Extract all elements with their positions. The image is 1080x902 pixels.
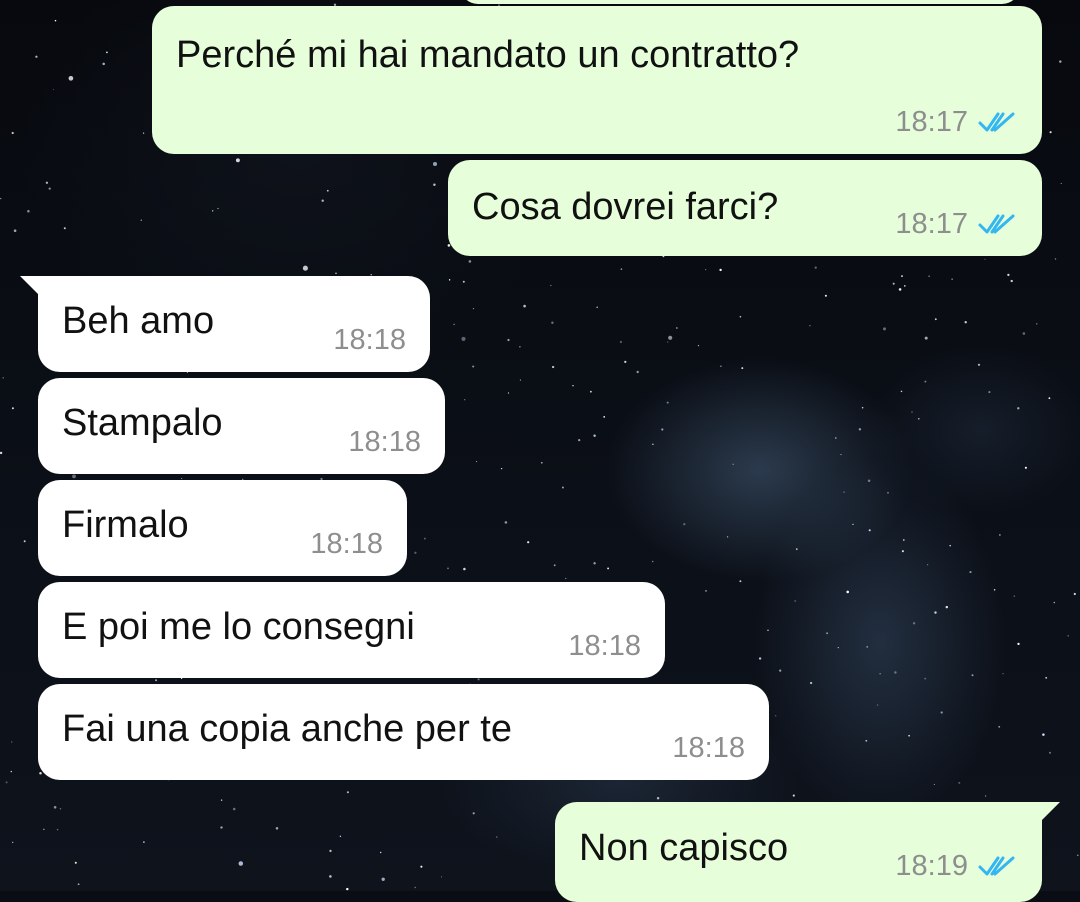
message-time: 18:19 [895,850,968,882]
message-time: 18:17 [895,208,968,240]
previous-message-edge [460,0,1020,4]
message-text: E poi me lo consegni [62,606,415,648]
message-meta: 18:17 [895,208,1018,240]
message-meta: 18:18 [310,528,383,560]
double-check-icon [978,112,1015,132]
message-meta: 18:18 [348,426,421,458]
message-meta: 18:18 [333,324,406,356]
message-bubble-incoming[interactable]: Stampalo 18:18 [38,378,445,474]
double-check-icon [978,856,1015,876]
message-time: 18:17 [895,106,968,138]
message-bubble-outgoing[interactable]: Cosa dovrei farci? 18:17 [448,160,1042,256]
message-meta: 18:18 [568,630,641,662]
message-text: Non capisco [579,827,789,869]
message-text: Stampalo [62,402,223,444]
message-bubble-incoming[interactable]: Firmalo 18:18 [38,480,407,576]
message-meta: 18:19 [895,850,1018,882]
message-text: Beh amo [62,300,215,342]
message-text: Firmalo [62,504,189,546]
message-time: 18:18 [333,324,406,356]
message-meta: 18:17 [895,106,1018,138]
message-bubble-incoming[interactable]: E poi me lo consegni 18:18 [38,582,665,678]
message-text: Perché mi hai mandato un contratto? [176,34,800,76]
message-text: Cosa dovrei farci? [472,186,779,228]
message-time: 18:18 [348,426,421,458]
message-meta: 18:18 [672,732,745,764]
double-check-icon [978,214,1015,234]
message-bubble-incoming[interactable]: Beh amo 18:18 [38,276,430,372]
message-bubble-outgoing[interactable]: Non capisco 18:19 [555,802,1042,902]
message-text: Fai una copia anche per te [62,708,512,750]
message-time: 18:18 [672,732,745,764]
message-bubble-outgoing[interactable]: Perché mi hai mandato un contratto? 18:1… [152,6,1042,154]
message-time: 18:18 [568,630,641,662]
message-time: 18:18 [310,528,383,560]
message-bubble-incoming[interactable]: Fai una copia anche per te 18:18 [38,684,769,780]
